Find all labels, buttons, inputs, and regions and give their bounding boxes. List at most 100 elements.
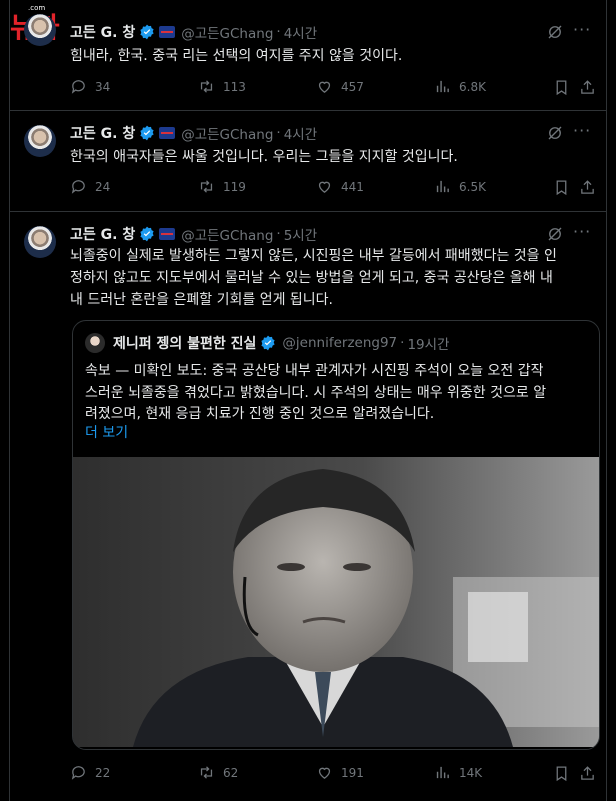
tweet-text: 한국의 애국자들은 싸울 것입니다. 우리는 그들을 지지할 것입니다.: [70, 149, 458, 165]
author-handle[interactable]: @고든GChang: [181, 224, 273, 244]
quoted-text-line: 속보 — 미확인 보도: 중국 공산당 내부 관계자가 시진핑 주석이 오늘 오…: [85, 363, 544, 379]
author-handle[interactable]: @고든GChang: [181, 22, 273, 42]
views-button[interactable]: 14K: [434, 764, 482, 781]
quoted-text-line: 스러운 뇌졸중을 겪었다고 밝혔습니다. 시 주석의 상태는 매우 위중한 것으…: [85, 384, 547, 401]
quoted-avatar[interactable]: [85, 333, 105, 353]
tweet-text-line: 뇌졸중이 실제로 발생하든 그렇지 않든, 시진핑은 내부 갈등에서 패배했다는…: [70, 248, 557, 264]
verified-badge-icon: [140, 226, 154, 242]
author-name[interactable]: 고든 G. 창: [70, 123, 135, 143]
quoted-tweet[interactable]: 제니퍼 젱의 불편한 진실 @jenniferzeng97 · 19시간 속보 …: [72, 320, 600, 750]
separator-dot: ·: [276, 226, 281, 242]
quoted-tweet-time[interactable]: 19시간: [407, 333, 449, 353]
author-handle[interactable]: @고든GChang: [181, 123, 273, 143]
quoted-author-name[interactable]: 제니퍼 젱의 불편한 진실: [113, 333, 256, 353]
tweet-text-line: 정하지 않고도 지도부에서 물러날 수 있는 방법을 얻게 되고, 중국 공산당…: [70, 270, 553, 286]
like-button[interactable]: 191: [316, 764, 364, 781]
verified-badge-icon: [140, 24, 154, 40]
repost-button[interactable]: 62: [198, 764, 238, 781]
like-count: 191: [341, 765, 364, 780]
quoted-tweet-header: 제니퍼 젱의 불편한 진실 @jenniferzeng97 · 19시간: [113, 333, 449, 353]
reply-count: 22: [95, 765, 111, 780]
verified-badge-icon: [261, 335, 276, 351]
separator-dot: ·: [400, 335, 405, 351]
grok-icon[interactable]: [546, 23, 564, 41]
author-name[interactable]: 고든 G. 창: [70, 22, 135, 42]
bookmark-icon[interactable]: [553, 765, 570, 782]
reply-button[interactable]: 24: [70, 178, 110, 195]
repost-count: 62: [223, 765, 239, 780]
heart-icon: [318, 81, 331, 93]
reply-button[interactable]: 34: [70, 78, 110, 95]
like-count: 457: [341, 79, 364, 94]
repost-icon: [200, 180, 213, 193]
affiliate-badge-icon: [159, 26, 176, 38]
avatar[interactable]: [24, 226, 56, 258]
quoted-author-handle[interactable]: @jenniferzeng97: [282, 335, 397, 351]
repost-button[interactable]: 119: [198, 178, 246, 195]
repost-count: 113: [223, 79, 246, 94]
more-options-icon[interactable]: ···: [573, 222, 591, 241]
tweet-actions: 34 113 457 6.8K: [70, 78, 594, 98]
reply-button[interactable]: 22: [70, 764, 110, 781]
views-chart-icon: [436, 180, 449, 193]
affiliate-badge-icon: [159, 228, 176, 240]
share-icon[interactable]: [579, 765, 596, 782]
views-button[interactable]: 6.8K: [434, 78, 486, 95]
share-icon[interactable]: [579, 179, 596, 196]
tweet-time[interactable]: 5시간: [284, 224, 317, 244]
tweet-header: 고든 G. 창 @고든GChang · 5시간: [70, 224, 317, 244]
more-options-icon[interactable]: ···: [573, 20, 591, 39]
like-button[interactable]: 441: [316, 178, 364, 195]
view-count: 14K: [459, 765, 483, 780]
reply-count: 34: [95, 79, 111, 94]
views-chart-icon: [436, 80, 449, 93]
share-icon[interactable]: [579, 79, 596, 96]
bookmark-icon[interactable]: [553, 79, 570, 96]
tweet-3[interactable]: 고든 G. 창 @고든GChang · 5시간 ··· 뇌졸중이 실제로 발생하…: [10, 212, 606, 801]
tweet-text-line: 내 드러난 혼란을 은폐할 기회를 얻게 됩니다.: [70, 292, 333, 308]
heart-icon: [318, 181, 331, 193]
avatar[interactable]: [24, 14, 56, 46]
view-count: 6.5K: [459, 179, 486, 194]
frame-border-right: [606, 0, 607, 801]
author-name[interactable]: 고든 G. 창: [70, 224, 135, 244]
more-options-icon[interactable]: ···: [573, 121, 591, 140]
tweet-time[interactable]: 4시간: [284, 22, 317, 42]
separator-dot: ·: [276, 24, 281, 40]
tweet-header: 고든 G. 창 @고든GChang · 4시간: [70, 123, 317, 143]
avatar[interactable]: [24, 125, 56, 157]
repost-count: 119: [223, 179, 246, 194]
tweet-2[interactable]: 고든 G. 창 @고든GChang · 4시간 ··· 한국의 애국자들은 싸울…: [10, 111, 606, 211]
repost-button[interactable]: 113: [198, 78, 246, 95]
quoted-tweet-text: 속보 — 미확인 보도: 중국 공산당 내부 관계자가 시진핑 주석이 오늘 오…: [85, 361, 585, 426]
quoted-text-line: 려졌으며, 현재 응급 치료가 진행 중인 것으로 알려졌습니다.: [85, 406, 435, 422]
bookmark-icon[interactable]: [553, 179, 570, 196]
reply-icon: [71, 766, 85, 780]
photo-portrait-image: [73, 457, 599, 747]
repost-icon: [200, 80, 213, 93]
separator-dot: ·: [276, 125, 281, 141]
view-count: 6.8K: [459, 79, 486, 94]
reply-icon: [71, 80, 85, 94]
tweet-header: 고든 G. 창 @고든GChang · 4시간: [70, 22, 317, 42]
tweet-time[interactable]: 4시간: [284, 123, 317, 143]
tweet-text: 뇌졸중이 실제로 발생하든 그렇지 않든, 시진핑은 내부 갈등에서 패배했다는…: [70, 245, 590, 311]
reply-icon: [71, 180, 85, 194]
affiliate-badge-icon: [159, 127, 176, 139]
grok-icon[interactable]: [546, 225, 564, 243]
tweet-text: 힘내라, 한국. 중국 리는 선택의 여지를 주지 않을 것이다.: [70, 48, 403, 64]
tweet-1[interactable]: 고든 G. 창 @고든GChang · 4시간 ··· 힘내라, 한국. 중국 …: [10, 0, 606, 110]
heart-icon: [318, 767, 331, 779]
verified-badge-icon: [140, 125, 154, 141]
show-more-link[interactable]: 더 보기: [85, 422, 128, 442]
grok-icon[interactable]: [546, 124, 564, 142]
tweet-actions: 24 119 441 6.5K: [70, 178, 594, 198]
views-button[interactable]: 6.5K: [434, 178, 486, 195]
tweet-actions: 22 62 191 14K: [70, 764, 594, 784]
like-button[interactable]: 457: [316, 78, 364, 95]
views-chart-icon: [436, 766, 449, 779]
quoted-photo[interactable]: [73, 457, 599, 747]
like-count: 441: [341, 179, 364, 194]
reply-count: 24: [95, 179, 111, 194]
repost-icon: [200, 766, 213, 779]
